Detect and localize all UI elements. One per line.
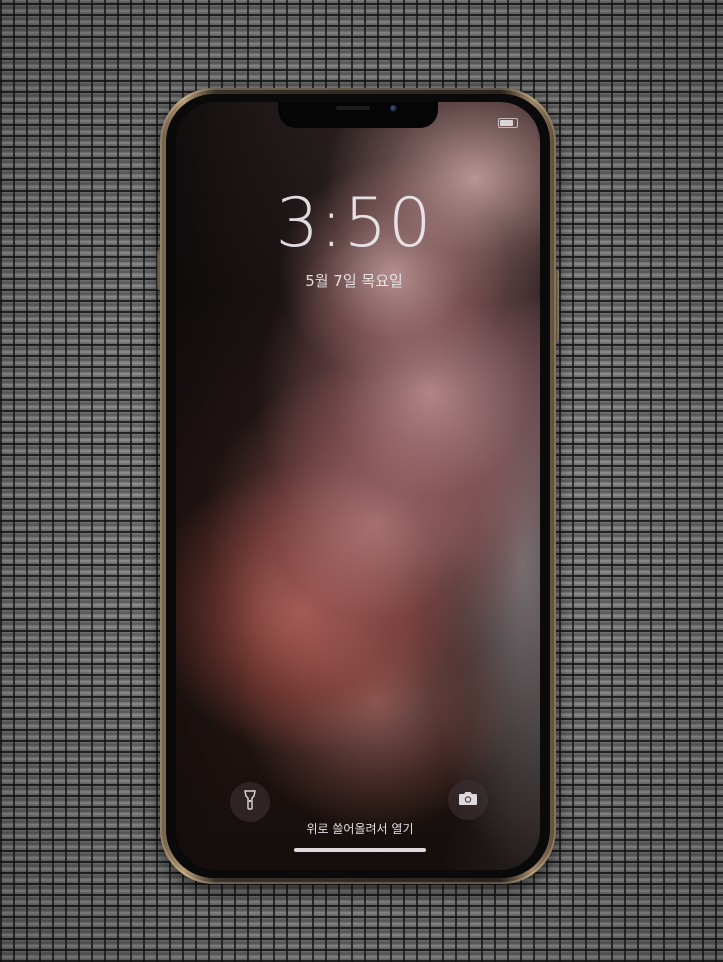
front-camera (390, 105, 397, 112)
phone-lock-screen[interactable]: 3:50 5월 7일 목요일 위로 쓸어올려서 열기 (176, 102, 540, 870)
lock-screen-time: 3:50 (275, 184, 433, 263)
flashlight-button[interactable] (230, 782, 270, 822)
battery-icon (498, 118, 518, 128)
notch (278, 102, 438, 128)
flashlight-icon (243, 789, 257, 815)
camera-icon (458, 790, 478, 811)
photo-scene: 3:50 5월 7일 목요일 위로 쓸어올려서 열기 (0, 0, 723, 962)
camera-button[interactable] (448, 780, 488, 820)
swipe-up-hint: 위로 쓸어올려서 열기 (306, 822, 414, 836)
home-indicator[interactable] (294, 848, 426, 852)
lock-screen-date: 5월 7일 목요일 (305, 272, 403, 290)
earpiece-speaker (336, 106, 370, 110)
